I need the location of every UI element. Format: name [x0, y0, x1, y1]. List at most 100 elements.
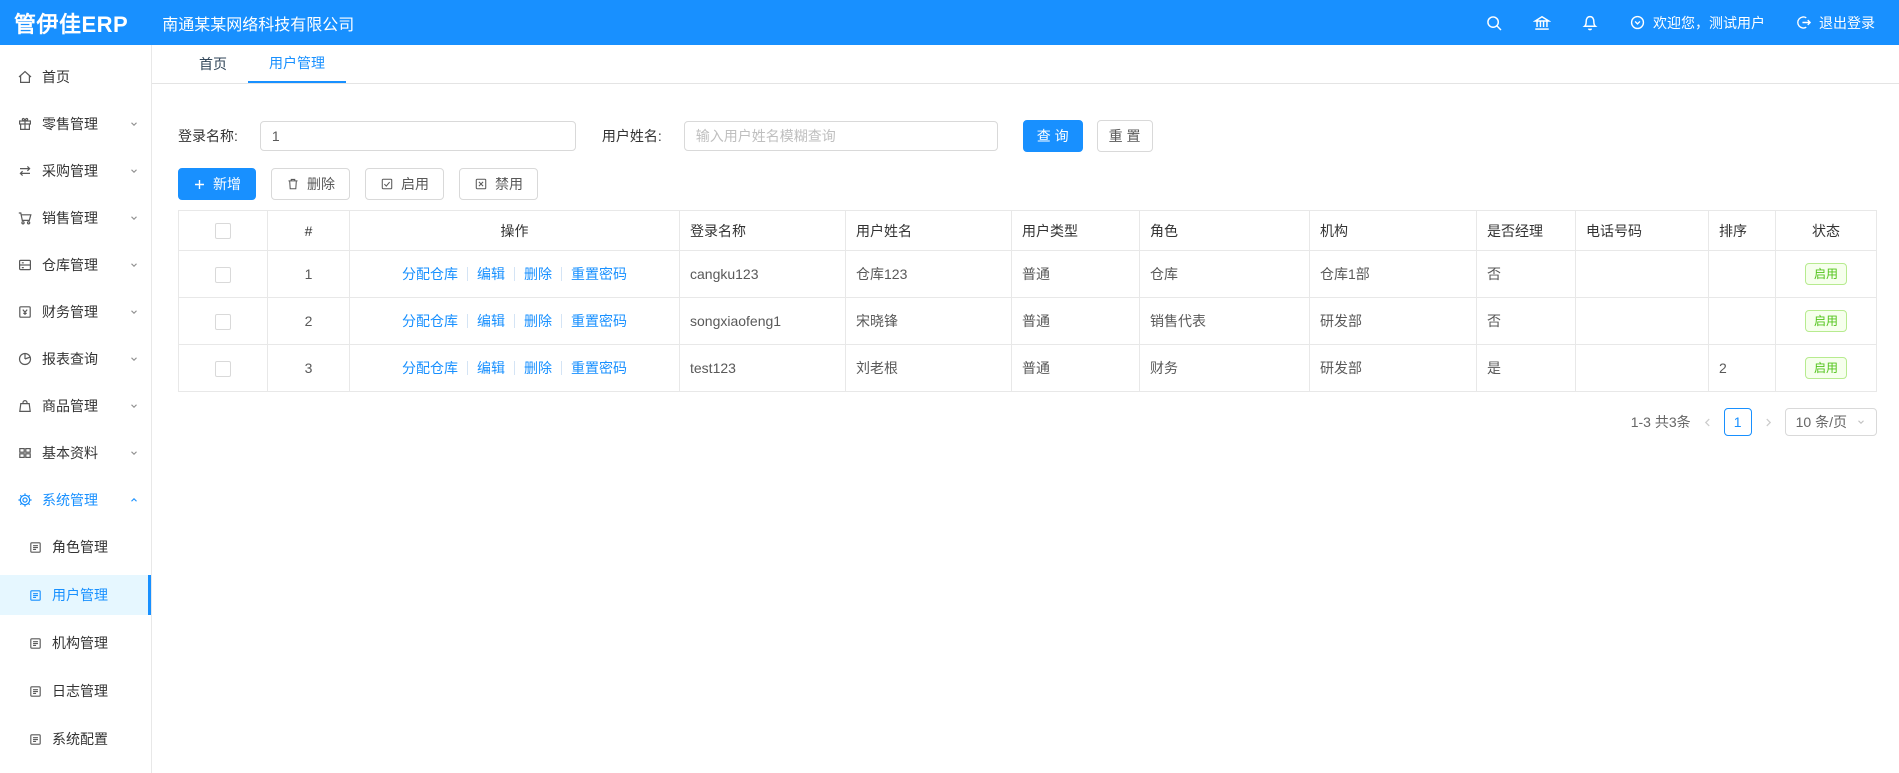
- sidebar-item-log-mgmt[interactable]: 日志管理: [0, 671, 151, 711]
- sidebar-item-label: 首页: [42, 69, 70, 85]
- chevron-down-icon: [129, 354, 139, 364]
- select-all-checkbox[interactable]: [215, 223, 231, 240]
- delete-link[interactable]: 删除: [524, 313, 552, 329]
- pagination: 1-3 共3条 1 10 条/页: [178, 408, 1877, 436]
- prev-page-button[interactable]: [1702, 417, 1713, 428]
- doc-icon: [28, 588, 43, 603]
- col-header-manager: 是否经理: [1476, 210, 1576, 251]
- login-name-label: 登录名称:: [178, 128, 238, 144]
- tab-home[interactable]: 首页: [178, 45, 248, 83]
- topbar-actions: 欢迎您，测试用户 退出登录: [1485, 13, 1899, 33]
- check-square-icon: [380, 177, 394, 191]
- doc-icon: [28, 636, 43, 651]
- swap-icon: [17, 163, 33, 179]
- row-checkbox[interactable]: [215, 266, 231, 283]
- grid-icon: [17, 445, 33, 461]
- page-number-button[interactable]: 1: [1723, 408, 1752, 436]
- col-header-index: #: [267, 210, 350, 251]
- assign-warehouse-link[interactable]: 分配仓库: [402, 266, 458, 282]
- welcome-user-label: 欢迎您，测试用户: [1653, 14, 1765, 31]
- sidebar-item-label: 日志管理: [52, 683, 108, 699]
- cell-index: 3: [267, 344, 350, 392]
- sidebar-item-label: 零售管理: [42, 116, 98, 132]
- edit-link[interactable]: 编辑: [477, 313, 505, 329]
- col-header-login: 登录名称: [679, 210, 846, 251]
- assign-warehouse-link[interactable]: 分配仓库: [402, 360, 458, 376]
- search-button[interactable]: 查 询: [1022, 120, 1083, 152]
- status-badge: 启用: [1804, 263, 1847, 285]
- next-page-button[interactable]: [1763, 417, 1774, 428]
- sidebar-item-label: 用户管理: [52, 587, 108, 603]
- cell-name: 刘老根: [845, 344, 1012, 392]
- sidebar-item-user-mgmt[interactable]: 用户管理: [0, 575, 151, 615]
- reset-password-link[interactable]: 重置密码: [571, 313, 627, 329]
- sidebar-item-retail[interactable]: 零售管理: [0, 104, 151, 144]
- cell-actions: 分配仓库 编辑 删除 重置密码: [349, 297, 680, 345]
- cell-role: 财务: [1139, 344, 1310, 392]
- finance-icon: [17, 304, 33, 320]
- reset-button[interactable]: 重 置: [1096, 120, 1153, 152]
- cell-org: 研发部: [1309, 297, 1477, 345]
- edit-link[interactable]: 编辑: [477, 360, 505, 376]
- chevron-down-icon: [129, 119, 139, 129]
- sidebar-item-warehouse[interactable]: 仓库管理: [0, 245, 151, 285]
- login-name-input[interactable]: [259, 121, 576, 151]
- doc-icon: [28, 684, 43, 699]
- cell-login: test123: [679, 344, 846, 392]
- logout-label: 退出登录: [1819, 14, 1875, 31]
- sidebar-item-home[interactable]: 首页: [0, 57, 151, 97]
- bell-icon[interactable]: [1581, 14, 1599, 32]
- sidebar-item-finance[interactable]: 财务管理: [0, 292, 151, 332]
- bank-icon[interactable]: [1533, 14, 1551, 32]
- add-button-label: 新增: [213, 176, 241, 192]
- table-header-row: # 操作 登录名称 用户姓名 用户类型 角色 机构 是否经理 电话号码 排序 状…: [178, 210, 1877, 251]
- link-divider: [467, 361, 468, 375]
- reset-password-link[interactable]: 重置密码: [571, 266, 627, 282]
- search-icon[interactable]: [1485, 14, 1503, 32]
- chevron-up-icon: [129, 495, 139, 505]
- user-name-input[interactable]: [683, 121, 998, 151]
- sidebar-item-label: 角色管理: [52, 539, 108, 555]
- row-checkbox[interactable]: [215, 313, 231, 330]
- cell-index: 2: [267, 297, 350, 345]
- cell-login: cangku123: [679, 250, 846, 298]
- user-menu[interactable]: 欢迎您，测试用户: [1629, 13, 1765, 33]
- reset-password-link[interactable]: 重置密码: [571, 360, 627, 376]
- sidebar-item-sales[interactable]: 销售管理: [0, 198, 151, 238]
- delete-link[interactable]: 删除: [524, 266, 552, 282]
- sidebar-item-goods[interactable]: 商品管理: [0, 386, 151, 426]
- edit-link[interactable]: 编辑: [477, 266, 505, 282]
- chevron-down-icon: [129, 213, 139, 223]
- page-size-select[interactable]: 10 条/页: [1784, 408, 1877, 436]
- cell-type: 普通: [1011, 297, 1140, 345]
- assign-warehouse-link[interactable]: 分配仓库: [402, 313, 458, 329]
- sidebar-item-role-mgmt[interactable]: 角色管理: [0, 527, 151, 567]
- add-button[interactable]: 新增: [178, 168, 256, 200]
- doc-icon: [28, 732, 43, 747]
- link-divider: [561, 267, 562, 281]
- disable-button[interactable]: 禁用: [459, 168, 538, 200]
- trash-icon: [286, 177, 300, 191]
- chevron-down-icon: [129, 260, 139, 270]
- tab-user-mgmt[interactable]: 用户管理: [248, 45, 346, 83]
- chevron-down-icon: [129, 307, 139, 317]
- col-header-type: 用户类型: [1011, 210, 1140, 251]
- cell-phone: [1575, 297, 1709, 345]
- sidebar-item-org-mgmt[interactable]: 机构管理: [0, 623, 151, 663]
- sidebar-item-system-config[interactable]: 系统配置: [0, 719, 151, 759]
- delete-link[interactable]: 删除: [524, 360, 552, 376]
- sidebar-item-reports[interactable]: 报表查询: [0, 339, 151, 379]
- delete-button[interactable]: 删除: [271, 168, 350, 200]
- sidebar-item-purchase[interactable]: 采购管理: [0, 151, 151, 191]
- sidebar-item-system[interactable]: 系统管理: [0, 480, 151, 520]
- sidebar-item-basic-data[interactable]: 基本资料: [0, 433, 151, 473]
- enable-button[interactable]: 启用: [365, 168, 444, 200]
- app-logo: 管伊佳ERP: [14, 11, 129, 37]
- gift-icon: [17, 116, 33, 132]
- cell-role: 仓库: [1139, 250, 1310, 298]
- user-mgmt-panel: 登录名称: 用户姓名: 查 询 重 置 新增: [152, 84, 1899, 436]
- logout-button[interactable]: 退出登录: [1795, 13, 1875, 33]
- row-checkbox[interactable]: [215, 360, 231, 377]
- storage-icon: [17, 257, 33, 273]
- cell-sort: 2: [1708, 344, 1776, 392]
